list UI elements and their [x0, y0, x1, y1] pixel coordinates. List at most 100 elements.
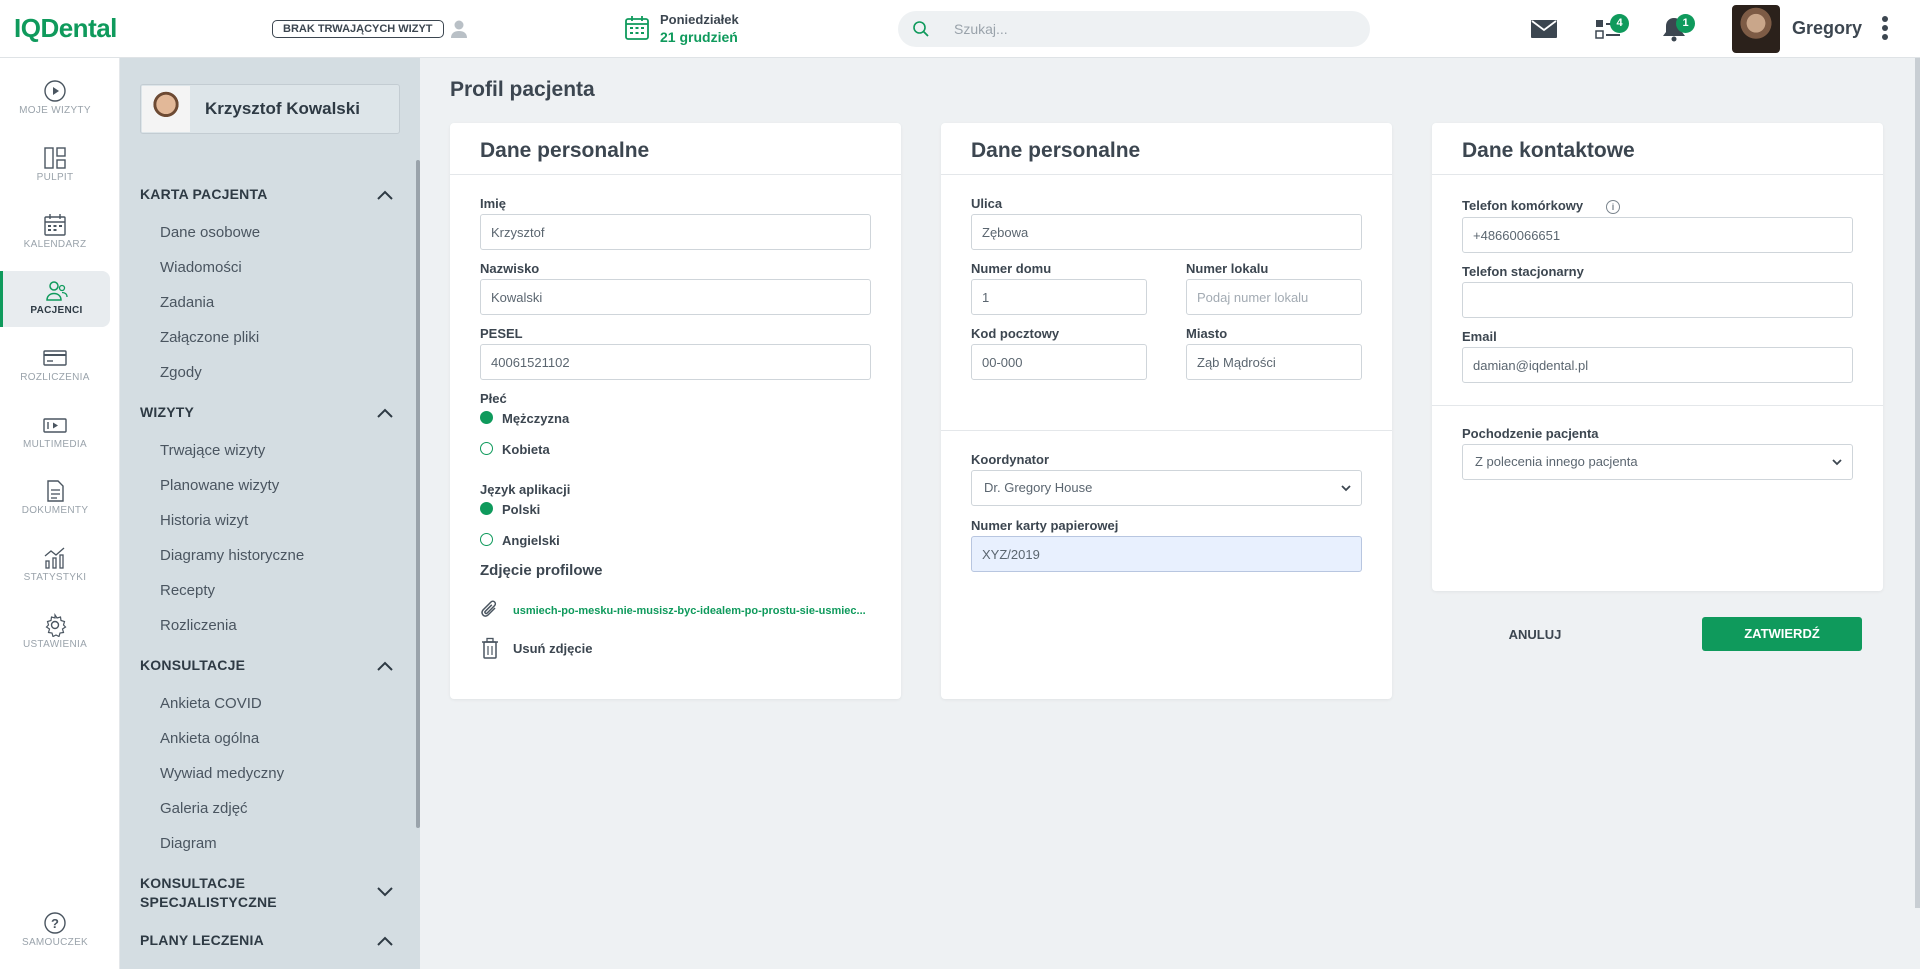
date-date: 21 grudzień	[660, 29, 738, 45]
trash-icon[interactable]	[480, 637, 500, 659]
nav-documents[interactable]: DOKUMENTY	[0, 471, 110, 527]
nav-statistics[interactable]: STATYSTYKI	[0, 538, 110, 594]
calendar-icon	[44, 214, 66, 236]
section-specialist-consultations-line2[interactable]: SPECJALISTYCZNE	[140, 894, 277, 910]
sidebar-item-diagram[interactable]: Diagram	[160, 835, 217, 852]
landline-phone-input[interactable]	[1462, 282, 1853, 318]
nav-tutorial[interactable]: ? SAMOUCZEK	[0, 903, 110, 959]
gender-label: Płeć	[480, 391, 507, 406]
search-icon	[913, 21, 929, 37]
patient-card[interactable]: Krzysztof Kowalski	[140, 84, 400, 134]
patient-sidebar: Krzysztof Kowalski KARTA PACJENTA Dane o…	[120, 58, 420, 969]
chevron-up-icon[interactable]	[376, 189, 394, 201]
personal-data-card: Dane personalne Imię Nazwisko PESEL Płeć…	[450, 123, 901, 699]
mobile-phone-input[interactable]	[1462, 217, 1853, 253]
chevron-down-icon	[1832, 459, 1842, 466]
play-circle-icon	[44, 80, 66, 102]
main-navigation: MOJE WIZYTY PULPIT KALENDARZ PACJENCI RO…	[0, 58, 120, 969]
media-icon	[43, 418, 67, 433]
profile-photo-label: Zdjęcie profilowe	[480, 562, 603, 579]
street-input[interactable]	[971, 214, 1362, 250]
contact-card: Dane kontaktowe Telefon komórkowy i Tele…	[1432, 123, 1883, 591]
ongoing-visits-badge[interactable]: BRAK TRWAJĄCYCH WIZYT	[272, 20, 444, 38]
sidebar-item-covid-survey[interactable]: Ankieta COVID	[160, 695, 262, 712]
sidebar-item-photo-gallery[interactable]: Galeria zdjęć	[160, 800, 248, 817]
flat-number-input[interactable]	[1186, 279, 1362, 315]
sidebar-item-attachments[interactable]: Załączone pliki	[160, 329, 259, 346]
card-title: Dane kontaktowe	[1462, 139, 1635, 162]
language-polish-label[interactable]: Polski	[502, 502, 540, 517]
house-number-input[interactable]	[971, 279, 1147, 315]
mail-icon[interactable]	[1529, 16, 1559, 42]
sidebar-scrollbar[interactable]	[416, 160, 420, 828]
gear-icon	[45, 613, 67, 637]
sidebar-item-personal-data[interactable]: Dane osobowe	[160, 224, 260, 241]
gender-male-radio[interactable]	[480, 411, 493, 424]
info-icon[interactable]: i	[1606, 200, 1620, 214]
first-name-input[interactable]	[480, 214, 871, 250]
more-menu-icon[interactable]	[1878, 14, 1892, 44]
zip-code-input[interactable]	[971, 344, 1147, 380]
remove-photo-button[interactable]: Usuń zdjęcie	[513, 641, 592, 656]
stats-icon	[44, 547, 65, 569]
nav-billing[interactable]: ROZLICZENIA	[0, 338, 110, 394]
sidebar-item-planned-visits[interactable]: Planowane wizyty	[160, 477, 279, 494]
card-title: Dane personalne	[480, 139, 650, 162]
nav-dashboard[interactable]: PULPIT	[0, 138, 110, 194]
house-number-label: Numer domu	[971, 261, 1052, 276]
search-input[interactable]	[952, 11, 1352, 47]
chevron-up-icon[interactable]	[376, 660, 394, 672]
nav-calendar[interactable]: KALENDARZ	[0, 205, 110, 261]
nav-patients[interactable]: PACJENCI	[0, 271, 110, 327]
sidebar-item-medical-interview[interactable]: Wywiad medyczny	[160, 765, 284, 782]
sidebar-item-general-survey[interactable]: Ankieta ogólna	[160, 730, 259, 747]
section-visits[interactable]: WIZYTY	[140, 404, 194, 420]
last-name-label: Nazwisko	[480, 261, 540, 276]
nav-settings[interactable]: USTAWIENIA	[0, 605, 110, 661]
email-input[interactable]	[1462, 347, 1853, 383]
chevron-down-icon[interactable]	[376, 886, 394, 898]
city-input[interactable]	[1186, 344, 1362, 380]
sidebar-item-historical-diagrams[interactable]: Diagramy historyczne	[160, 547, 304, 564]
coordinator-select[interactable]: Dr. Gregory House	[971, 470, 1362, 506]
dashboard-icon	[44, 147, 66, 169]
sidebar-item-ongoing-visits[interactable]: Trwające wizyty	[160, 442, 265, 459]
last-name-input[interactable]	[480, 279, 871, 315]
chevron-up-icon[interactable]	[376, 407, 394, 419]
user-name[interactable]: Gregory	[1792, 18, 1862, 39]
paper-card-number-input[interactable]	[971, 536, 1362, 572]
section-consultations[interactable]: KONSULTACJE	[140, 657, 245, 673]
section-treatment-plans[interactable]: PLANY LECZENIA	[140, 932, 264, 948]
gender-male-label[interactable]: Mężczyzna	[502, 411, 569, 426]
gender-female-label[interactable]: Kobieta	[502, 442, 550, 457]
main-scrollbar[interactable]	[1915, 58, 1920, 908]
page-title: Profil pacjenta	[450, 78, 595, 101]
nav-my-visits[interactable]: MOJE WIZYTY	[0, 71, 110, 127]
card-title: Dane personalne	[971, 139, 1141, 162]
cancel-button[interactable]: ANULUJ	[1490, 617, 1580, 653]
section-patient-card[interactable]: KARTA PACJENTA	[140, 186, 268, 202]
sidebar-item-prescriptions[interactable]: Recepty	[160, 582, 215, 599]
profile-photo-file-link[interactable]: usmiech-po-mesku-nie-musisz-byc-idealem-…	[513, 605, 866, 617]
sidebar-item-billing[interactable]: Rozliczenia	[160, 617, 237, 634]
language-english-label[interactable]: Angielski	[502, 533, 560, 548]
patient-avatar	[142, 86, 190, 132]
email-label: Email	[1462, 329, 1497, 344]
section-specialist-consultations[interactable]: KONSULTACJE	[140, 875, 245, 891]
app-logo[interactable]: IQDental	[14, 13, 117, 44]
nav-multimedia[interactable]: MULTIMEDIA	[0, 405, 110, 461]
sidebar-item-visit-history[interactable]: Historia wizyt	[160, 512, 248, 529]
document-icon	[47, 480, 64, 502]
patient-origin-select[interactable]: Z polecenia innego pacjenta	[1462, 444, 1853, 480]
sidebar-item-messages[interactable]: Wiadomości	[160, 259, 242, 276]
language-english-radio[interactable]	[480, 533, 493, 546]
gender-female-radio[interactable]	[480, 442, 493, 455]
pesel-input[interactable]	[480, 344, 871, 380]
sidebar-item-tasks[interactable]: Zadania	[160, 294, 214, 311]
chevron-up-icon[interactable]	[376, 935, 394, 947]
language-polish-radio[interactable]	[480, 502, 493, 515]
confirm-button[interactable]: ZATWIERDŹ	[1702, 617, 1862, 651]
sidebar-item-consents[interactable]: Zgody	[160, 364, 202, 381]
coordinator-label: Koordynator	[971, 452, 1049, 467]
user-avatar[interactable]	[1732, 5, 1780, 53]
